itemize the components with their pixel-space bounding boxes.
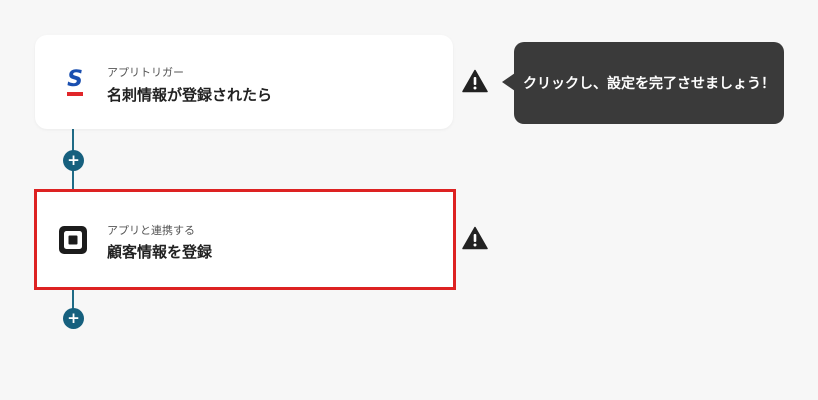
sansan-logo-bar xyxy=(67,92,83,96)
sansan-logo-icon: S xyxy=(65,69,85,99)
trigger-step-title: 名刺情報が登録されたら xyxy=(107,86,273,104)
setup-hint-tooltip: クリックし、設定を完了させましょう！ xyxy=(514,42,784,124)
trigger-step-subtitle: アプリトリガー xyxy=(107,66,184,79)
add-step-button[interactable]: + xyxy=(63,150,84,171)
action-step-subtitle: アプリと連携する xyxy=(107,224,195,237)
action-step-title: 顧客情報を登録 xyxy=(107,243,213,261)
trigger-step-card[interactable] xyxy=(35,35,453,129)
action-step-card[interactable] xyxy=(34,189,456,290)
square-logo-icon xyxy=(59,226,87,254)
warning-icon xyxy=(462,69,488,93)
warning-icon xyxy=(462,226,488,250)
add-step-button[interactable]: + xyxy=(63,308,84,329)
sansan-logo-letter: S xyxy=(67,67,83,92)
